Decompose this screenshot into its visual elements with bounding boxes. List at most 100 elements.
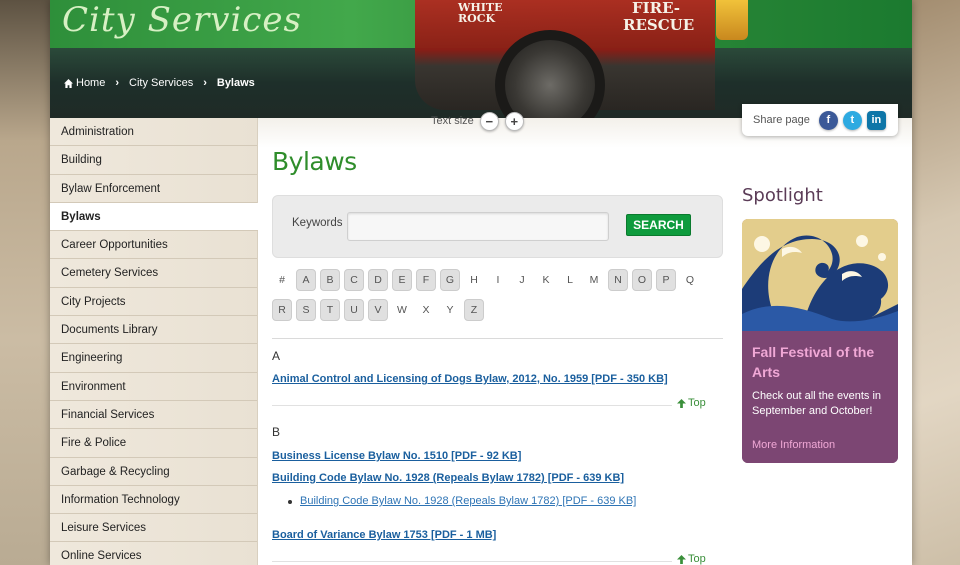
arrow-up-icon xyxy=(677,554,686,564)
sidebar-item-engineering[interactable]: Engineering xyxy=(50,344,257,373)
letter-filter-s[interactable]: S xyxy=(296,299,316,321)
more-information-link[interactable]: More Information xyxy=(752,439,835,451)
letter-filter-q[interactable]: Q xyxy=(680,269,700,291)
letter-filter-o[interactable]: O xyxy=(632,269,652,291)
wave-illustration-image xyxy=(742,219,898,331)
alphabet-filter: # A B C D E F G H I J K L M N O P Q RSTUVWXYZ xyxy=(272,269,722,329)
spotlight-text: Check out all the events in September an… xyxy=(752,390,882,417)
letter-filter-g[interactable]: G xyxy=(440,269,460,291)
bylaw-link[interactable]: Building Code Bylaw No. 1928 (Repeals By… xyxy=(272,472,624,484)
sidebar-item-administration[interactable]: Administration xyxy=(50,118,257,147)
letter-filter-n[interactable]: N xyxy=(608,269,628,291)
back-to-top-link[interactable]: Top xyxy=(677,553,706,565)
sidebar-item-fire-police[interactable]: Fire & Police xyxy=(50,429,257,458)
breadcrumb-section-link[interactable]: City Services xyxy=(129,77,193,89)
letter-filter-z[interactable]: Z xyxy=(464,299,484,321)
letter-filter-a[interactable]: A xyxy=(296,269,316,291)
alphabet-row: RSTUVWXYZ xyxy=(272,299,722,321)
twitter-icon[interactable]: t xyxy=(842,110,862,130)
letter-filter-w[interactable]: W xyxy=(392,299,412,321)
bylaw-link[interactable]: Animal Control and Licensing of Dogs Byl… xyxy=(272,373,668,385)
letter-filter-r[interactable]: R xyxy=(272,299,292,321)
letter-filter-p[interactable]: P xyxy=(656,269,676,291)
letter-filter-x[interactable]: X xyxy=(416,299,436,321)
bylaw-link[interactable]: Board of Variance Bylaw 1753 [PDF - 1 MB… xyxy=(272,529,496,541)
sidebar-item-bylaw-enforcement[interactable]: Bylaw Enforcement xyxy=(50,175,257,203)
sidebar-item-career-opportunities[interactable]: Career Opportunities xyxy=(50,231,257,260)
spotlight-heading[interactable]: Fall Festival of the Arts xyxy=(752,342,892,382)
chevron-right-icon: › xyxy=(115,77,120,89)
sidebar-item-garbage-recycling[interactable]: Garbage & Recycling xyxy=(50,458,257,486)
letter-filter-b[interactable]: B xyxy=(320,269,340,291)
breadcrumb: Home › City Services › Bylaws xyxy=(64,75,255,91)
share-panel: Share page f t in xyxy=(742,104,898,136)
truck-lights-image xyxy=(716,0,748,40)
sidebar-item-online-services[interactable]: Online Services xyxy=(50,542,257,565)
breadcrumb-current: Bylaws xyxy=(216,77,255,89)
section-heading-a: A xyxy=(272,349,281,363)
letter-filter-u[interactable]: U xyxy=(344,299,364,321)
site-title: City Services xyxy=(62,0,302,40)
home-icon xyxy=(64,78,73,88)
text-increase-button[interactable]: + xyxy=(504,111,524,131)
truck-text-small: WHITE ROCK xyxy=(458,1,503,25)
letter-filter-c[interactable]: C xyxy=(344,269,364,291)
letter-filter-m[interactable]: M xyxy=(584,269,604,291)
sidebar-item-information-technology[interactable]: Information Technology xyxy=(50,486,257,515)
letter-filter-t[interactable]: T xyxy=(320,299,340,321)
keywords-input[interactable] xyxy=(347,212,609,241)
facebook-icon[interactable]: f xyxy=(818,110,838,130)
letter-filter-k[interactable]: K xyxy=(536,269,556,291)
letter-filter-d[interactable]: D xyxy=(368,269,388,291)
background-right xyxy=(910,0,960,565)
sidebar-item-environment[interactable]: Environment xyxy=(50,373,257,401)
chevron-right-icon: › xyxy=(203,77,207,89)
top-label: Top xyxy=(688,397,706,409)
search-button[interactable]: SEARCH xyxy=(626,214,691,236)
keywords-label: Keywords xyxy=(292,217,343,229)
section-heading-b: B xyxy=(272,425,281,439)
divider xyxy=(272,405,672,406)
page-container: WHITE ROCK FIRE-RESCUE City Services Hom… xyxy=(50,0,912,565)
letter-filter-e[interactable]: E xyxy=(392,269,412,291)
spotlight-title: Spotlight xyxy=(742,185,823,206)
sidebar-item-building[interactable]: Building xyxy=(50,146,257,175)
sidebar-item-leisure-services[interactable]: Leisure Services xyxy=(50,514,257,543)
alphabet-row: # A B C D E F G H I J K L M N O P Q xyxy=(272,269,722,291)
sidebar-nav: Administration Building Bylaw Enforcemen… xyxy=(50,118,259,565)
letter-filter-h[interactable]: H xyxy=(464,269,484,291)
breadcrumb-home-link[interactable]: Home xyxy=(76,77,105,89)
linkedin-icon[interactable]: in xyxy=(866,110,886,130)
divider xyxy=(272,338,723,339)
truck-text-large: FIRE-RESCUE xyxy=(623,0,695,34)
text-size-label: Text size xyxy=(431,115,474,127)
search-panel: Keywords SEARCH xyxy=(272,195,723,258)
letter-filter-i[interactable]: I xyxy=(488,269,508,291)
sidebar-item-financial-services[interactable]: Financial Services xyxy=(50,401,257,430)
spotlight-card[interactable]: Fall Festival of the Arts Check out all … xyxy=(742,219,898,463)
spotlight-body: Fall Festival of the Arts Check out all … xyxy=(742,331,898,463)
text-decrease-button[interactable]: − xyxy=(479,111,499,131)
letter-filter-j[interactable]: J xyxy=(512,269,532,291)
sidebar-item-documents-library[interactable]: Documents Library xyxy=(50,316,257,345)
letter-filter-l[interactable]: L xyxy=(560,269,580,291)
letter-filter-y[interactable]: Y xyxy=(440,299,460,321)
divider xyxy=(272,561,672,562)
back-to-top-link[interactable]: Top xyxy=(677,397,706,409)
text-size-control: Text size − + xyxy=(431,110,524,132)
letter-filter-hash[interactable]: # xyxy=(272,269,292,291)
page-title: Bylaws xyxy=(272,147,357,176)
bullet-icon xyxy=(288,500,292,504)
letter-filter-f[interactable]: F xyxy=(416,269,436,291)
sidebar-item-city-projects[interactable]: City Projects xyxy=(50,288,257,317)
background-left xyxy=(0,0,50,565)
sidebar-item-bylaws[interactable]: Bylaws xyxy=(50,202,259,232)
arrow-up-icon xyxy=(677,398,686,408)
bylaw-link[interactable]: Business License Bylaw No. 1510 [PDF - 9… xyxy=(272,450,521,462)
letter-filter-v[interactable]: V xyxy=(368,299,388,321)
site-header: WHITE ROCK FIRE-RESCUE City Services Hom… xyxy=(50,0,912,118)
bylaw-sub-link[interactable]: Building Code Bylaw No. 1928 (Repeals By… xyxy=(300,495,636,507)
sidebar-item-cemetery-services[interactable]: Cemetery Services xyxy=(50,259,257,288)
top-label: Top xyxy=(688,553,706,565)
share-label: Share page xyxy=(753,114,810,126)
